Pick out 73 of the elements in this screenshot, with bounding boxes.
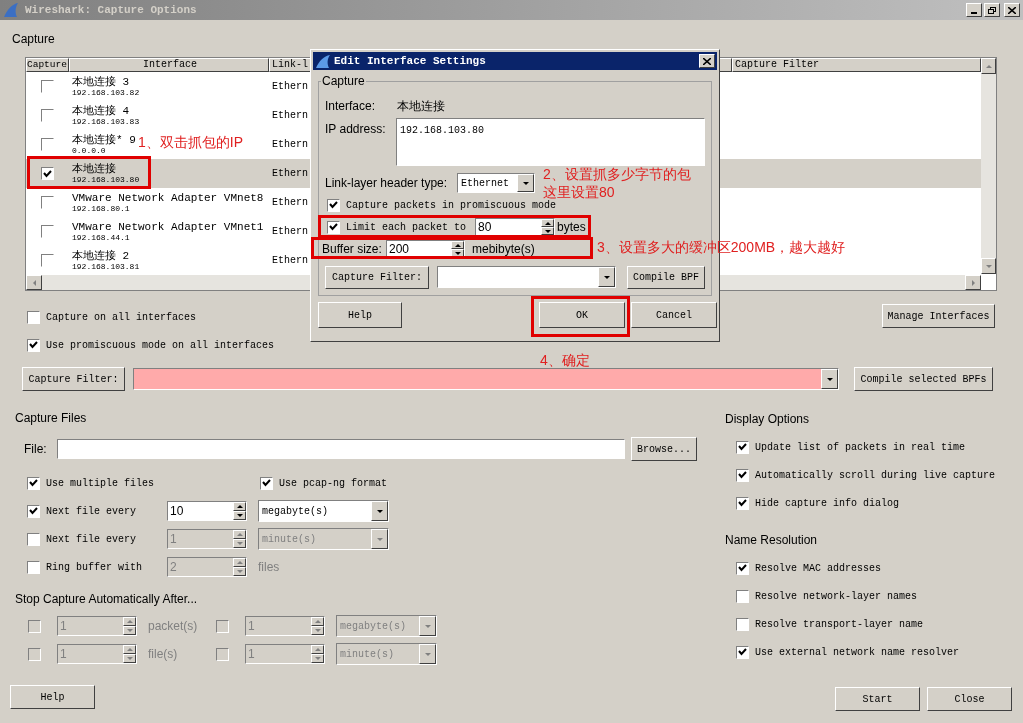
checkbox-label: Use promiscuous mode on all interfaces — [46, 338, 275, 353]
dropdown-value: minute(s) — [261, 532, 317, 547]
unit-label: mebibyte(s) — [472, 241, 535, 258]
spin-value: 1 — [59, 618, 68, 635]
dialog-title: Edit Interface Settings — [334, 53, 486, 69]
ip-address: 0.0.0.0 — [72, 146, 106, 155]
interface-name: VMware Network Adapter VMnet8 — [72, 192, 264, 204]
dropdown-value: megabyte(s) — [339, 619, 407, 634]
checkbox-label: Capture packets in promiscuous mode — [346, 199, 557, 213]
ip-address: 192.168.103.82 — [72, 88, 140, 97]
section-heading: Name Resolution — [725, 532, 819, 548]
dropdown-value: minute(s) — [339, 647, 395, 662]
spin-value: 10 — [169, 503, 185, 520]
annotation-text: 4、确定 — [540, 351, 590, 369]
ip-address: 192.168.103.80 — [72, 175, 140, 184]
spin-value: 2 — [169, 559, 178, 576]
table-cell-text: Ethern — [271, 225, 308, 239]
checkbox-label: Resolve MAC addresses — [755, 561, 882, 576]
interface-name: 本地连接 — [72, 163, 116, 175]
spin-value: 1 — [59, 646, 68, 663]
table-cell-text: Ethern — [271, 254, 308, 268]
annotation-text: 2、设置抓多少字节的包 这里设置80 — [543, 165, 691, 200]
spin-value: 1 — [169, 531, 178, 548]
checkbox-label: Hide capture info dialog — [755, 496, 900, 511]
checkbox-label: Ring buffer with — [46, 560, 143, 575]
table-cell-text: Ethern — [271, 80, 308, 94]
interface-name: 本地连接* 9 — [72, 134, 136, 146]
group-label: Capture — [321, 73, 366, 90]
table-cell-text: Ethern — [271, 196, 308, 210]
checkbox-label: Resolve network-layer names — [755, 589, 918, 604]
checkbox-label: Next file every — [46, 532, 137, 547]
unit-label: packet(s) — [148, 618, 198, 635]
interface-value: 本地连接 — [397, 98, 445, 115]
interface-name: 本地连接 2 — [72, 250, 130, 262]
ip-address: 192.168.44.1 — [72, 233, 130, 242]
window-title: Wireshark: Capture Options — [25, 2, 197, 18]
interface-name: 本地连接 4 — [72, 105, 130, 117]
checkbox-label: Update list of packets in real time — [755, 440, 966, 455]
ip-address: 192.168.103.81 — [72, 262, 140, 271]
checkbox-label: Use external network name resolver — [755, 645, 960, 660]
checkbox-label: Resolve transport-layer name — [755, 617, 924, 632]
checkbox-label: Use pcap-ng format — [279, 476, 388, 491]
table-cell-text: Ethern — [271, 138, 308, 152]
checkbox-label: Limit each packet to — [346, 220, 468, 235]
field-label: Interface: — [325, 98, 377, 115]
spin-value: 200 — [388, 241, 411, 257]
ip-address: 192.168.103.83 — [72, 117, 140, 126]
field-label: IP address: — [325, 121, 387, 138]
ip-address: 192.168.80.1 — [72, 204, 130, 213]
group-label: Capture — [12, 32, 56, 46]
table-cell-text: Ethern — [271, 167, 308, 181]
spin-value: 80 — [477, 219, 493, 235]
spin-value: 1 — [247, 618, 256, 635]
dropdown-value: megabyte(s) — [261, 504, 329, 519]
section-heading: Stop Capture Automatically After... — [15, 591, 199, 607]
section-heading: Capture Files — [15, 410, 88, 426]
dropdown-value: Ethernet — [460, 176, 510, 191]
unit-label: bytes — [557, 219, 586, 236]
field-label: Buffer size: — [322, 241, 383, 258]
annotation-text: 1、双击抓包的IP — [138, 133, 243, 151]
field-label: File: — [24, 441, 48, 458]
interface-name: 本地连接 3 — [72, 76, 130, 88]
checkbox-label: Automatically scroll during live capture — [755, 468, 996, 483]
checkbox-label: Capture on all interfaces — [46, 310, 197, 325]
checkbox-label: Use multiple files — [46, 476, 155, 491]
section-heading: Display Options — [725, 411, 811, 427]
unit-label: file(s) — [148, 646, 178, 663]
table-cell-text: Ethern — [271, 109, 308, 123]
checkbox-label: Next file every — [46, 504, 137, 519]
interface-name: VMware Network Adapter VMnet1 — [72, 221, 264, 233]
spin-value: 1 — [247, 646, 256, 663]
unit-label: files — [258, 559, 280, 576]
field-label: Link-layer header type: — [325, 175, 449, 192]
